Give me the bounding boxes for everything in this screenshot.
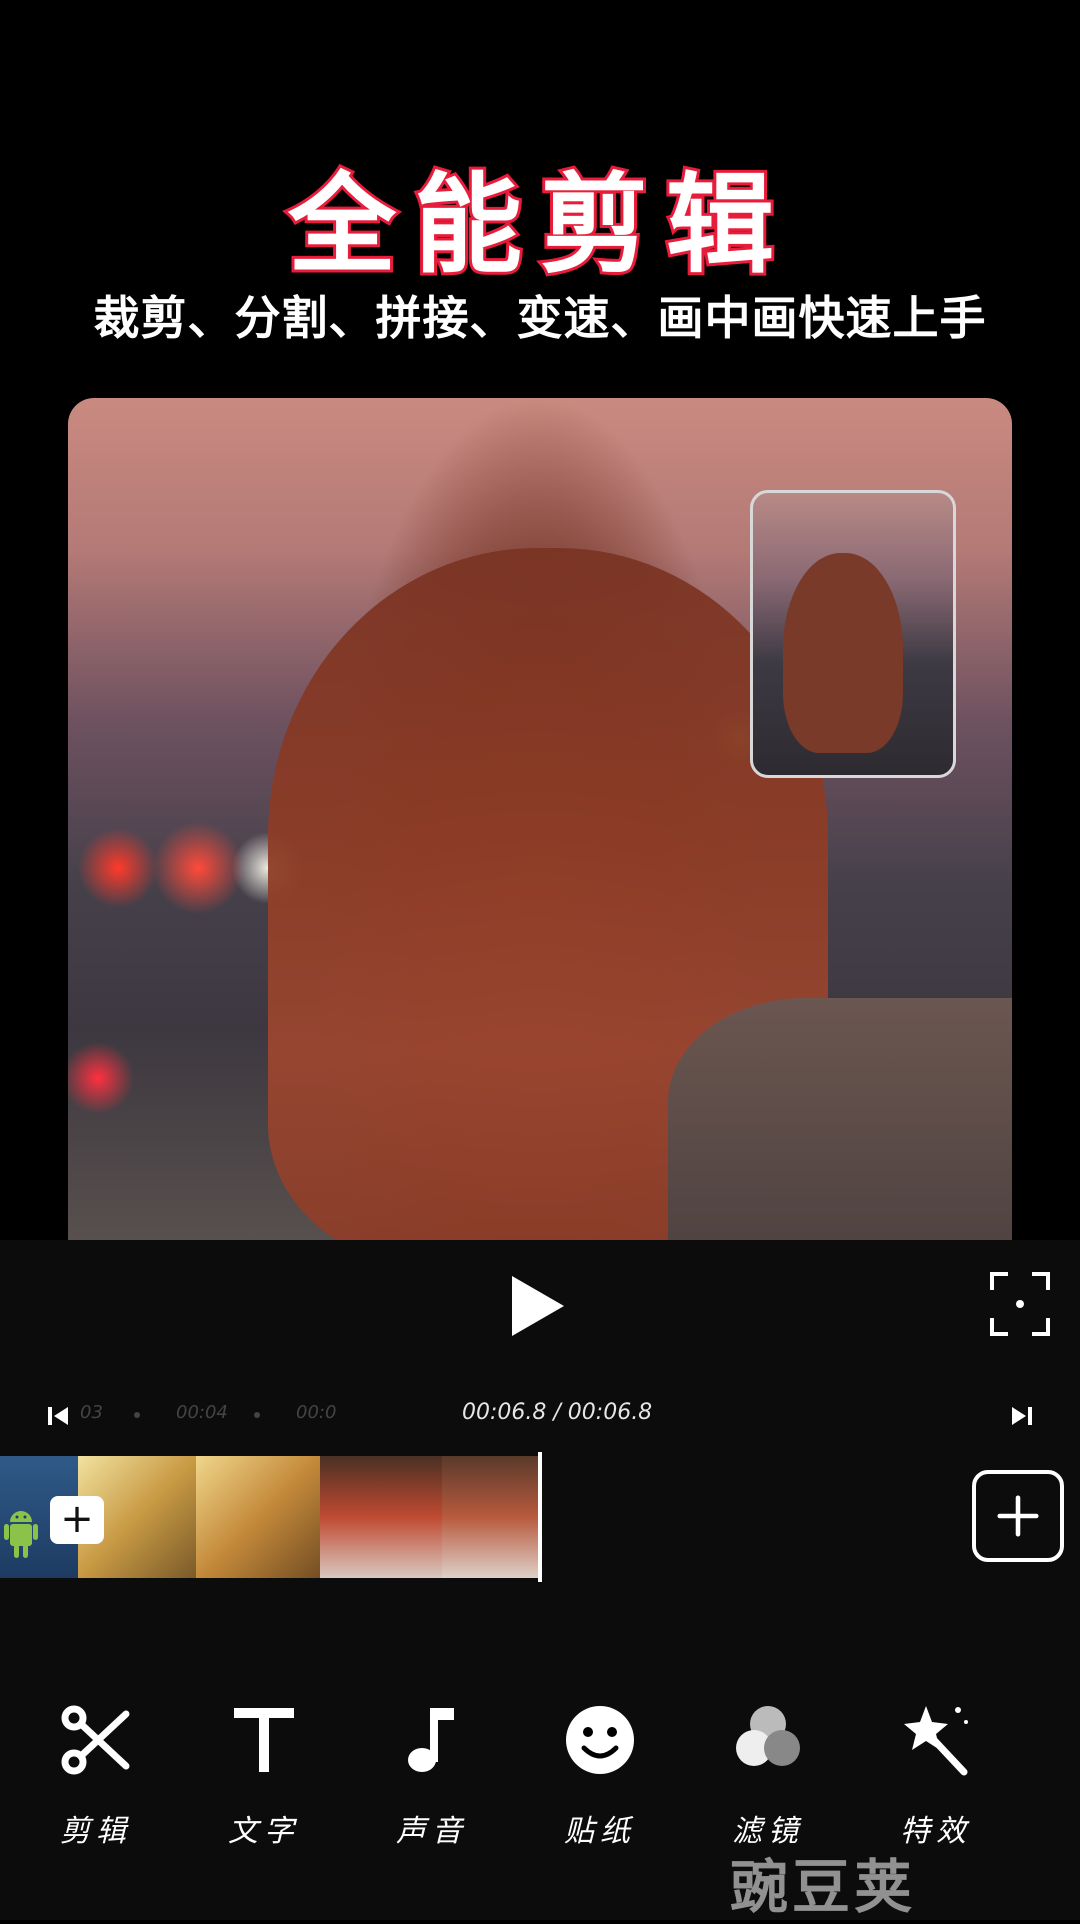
text-t-icon	[234, 1708, 294, 1772]
filter-circles-icon	[736, 1706, 800, 1766]
tool-sticker[interactable]: 贴纸	[540, 1700, 660, 1850]
add-transition-button[interactable]: +	[50, 1496, 104, 1544]
clip-thumbnail[interactable]	[320, 1456, 442, 1578]
tool-label: 剪辑	[60, 1814, 132, 1849]
timeline-tick: 00:04	[176, 1402, 228, 1423]
tool-label: 文字	[228, 1814, 300, 1849]
pip-subject	[783, 553, 903, 753]
timeline-tick: 03	[80, 1402, 103, 1423]
smiley-icon	[566, 1706, 634, 1774]
skip-to-start-icon[interactable]	[46, 1404, 70, 1428]
playhead[interactable]	[538, 1452, 542, 1582]
tool-effects[interactable]: 特效	[876, 1700, 996, 1850]
clip-thumbnail[interactable]	[442, 1456, 538, 1578]
clip-thumbnail[interactable]	[196, 1456, 320, 1578]
android-icon	[4, 1511, 38, 1558]
fullscreen-focus-icon[interactable]	[990, 1272, 1050, 1336]
scissors-icon	[61, 1705, 130, 1775]
timecode-display: 00:06.8 / 00:06.8	[462, 1400, 653, 1425]
promo-headline: 全能剪辑	[285, 160, 792, 291]
picture-in-picture-overlay[interactable]	[750, 490, 956, 778]
timeline-dot	[254, 1412, 260, 1418]
timeline-tick: 00:0	[296, 1402, 337, 1423]
music-note-icon	[408, 1708, 454, 1772]
skip-to-end-icon[interactable]	[1010, 1404, 1034, 1428]
timeline-ruler: 03 00:04 00:0 00:06.8 / 00:06.8	[0, 1398, 1080, 1434]
tool-label: 声音	[396, 1814, 468, 1849]
tool-label: 贴纸	[564, 1814, 636, 1849]
tool-filter[interactable]: 滤镜	[708, 1700, 828, 1850]
play-icon[interactable]	[512, 1276, 564, 1336]
preview-shoulder	[668, 998, 1012, 1240]
promo-subline: 裁剪、分割、拼接、变速、画中画快速上手	[93, 291, 987, 345]
watermark-text: 豌豆荚	[730, 1853, 917, 1921]
tool-cut[interactable]: 剪辑	[36, 1700, 156, 1850]
add-clip-button[interactable]	[972, 1470, 1064, 1562]
magic-wand-icon	[904, 1706, 968, 1776]
tool-text[interactable]: 文字	[204, 1700, 324, 1850]
timeline-dot	[134, 1412, 140, 1418]
tool-audio[interactable]: 声音	[372, 1700, 492, 1850]
editor-toolbar: 剪辑 文字 声音 贴纸 滤镜 特效	[0, 1700, 1080, 1900]
